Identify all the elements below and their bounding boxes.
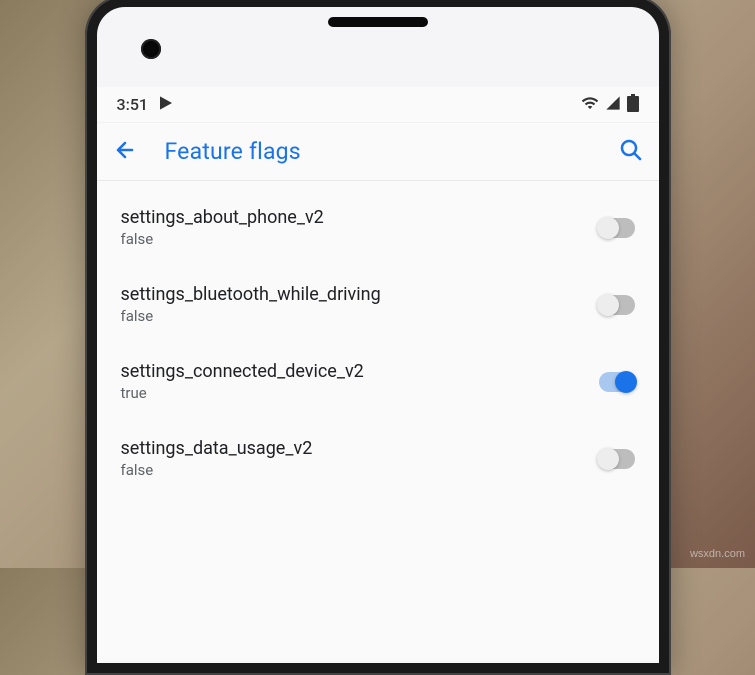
setting-value: false (121, 461, 599, 479)
setting-text: settings_about_phone_v2 false (121, 207, 599, 248)
phone-frame: 3:51 (85, 0, 671, 675)
signal-icon (605, 95, 621, 115)
setting-value: false (121, 230, 599, 248)
front-camera (141, 39, 161, 59)
setting-item-connected-device[interactable]: settings_connected_device_v2 true (97, 343, 659, 420)
toggle-data-usage[interactable] (599, 449, 635, 469)
setting-item-bluetooth-driving[interactable]: settings_bluetooth_while_driving false (97, 266, 659, 343)
status-bar: 3:51 (97, 87, 659, 123)
setting-item-about-phone[interactable]: settings_about_phone_v2 false (97, 189, 659, 266)
setting-text: settings_bluetooth_while_driving false (121, 284, 599, 325)
status-right (581, 94, 639, 116)
play-store-icon (158, 95, 174, 115)
screen: 3:51 (97, 87, 659, 663)
wifi-icon (581, 94, 599, 116)
toggle-connected-device[interactable] (599, 372, 635, 392)
setting-item-data-usage[interactable]: settings_data_usage_v2 false (97, 420, 659, 497)
app-bar: Feature flags (97, 123, 659, 181)
setting-value: true (121, 384, 599, 402)
status-left: 3:51 (117, 95, 175, 115)
settings-list: settings_about_phone_v2 false settings_b… (97, 181, 659, 505)
toggle-bluetooth-driving[interactable] (599, 295, 635, 315)
setting-text: settings_data_usage_v2 false (121, 438, 599, 479)
setting-name: settings_about_phone_v2 (121, 207, 599, 228)
setting-name: settings_bluetooth_while_driving (121, 284, 599, 305)
phone-screen-container: 3:51 (97, 7, 659, 663)
watermark: wsxdn.com (690, 548, 745, 560)
search-button[interactable] (619, 138, 643, 166)
back-button[interactable] (113, 138, 137, 166)
setting-value: false (121, 307, 599, 325)
battery-icon (627, 94, 639, 116)
setting-text: settings_connected_device_v2 true (121, 361, 599, 402)
status-time: 3:51 (117, 95, 149, 114)
setting-name: settings_data_usage_v2 (121, 438, 599, 459)
setting-name: settings_connected_device_v2 (121, 361, 599, 382)
page-title: Feature flags (165, 138, 591, 165)
toggle-about-phone[interactable] (599, 218, 635, 238)
earpiece (328, 17, 428, 27)
